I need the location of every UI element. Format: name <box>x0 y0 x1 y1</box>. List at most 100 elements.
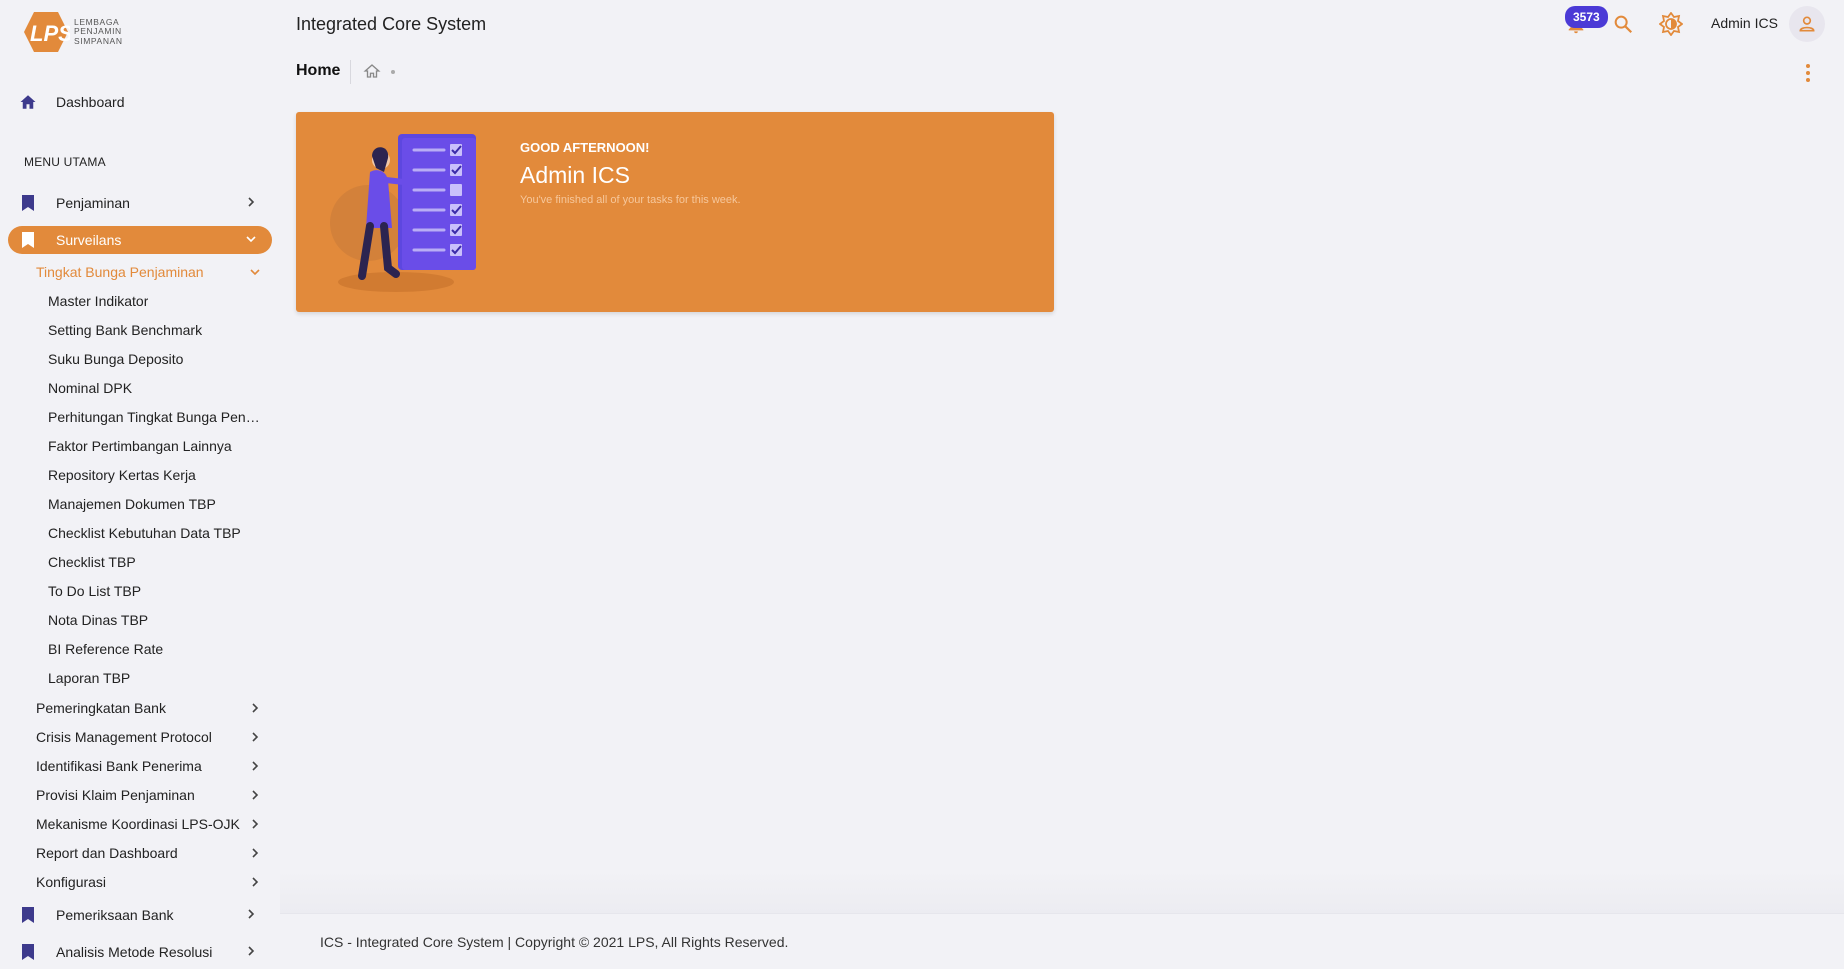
submenu-item[interactable]: Master Indikator <box>48 289 262 313</box>
bookmark-icon <box>18 230 38 250</box>
chevron-down-icon <box>246 236 256 243</box>
lps-logo[interactable]: LPS LEMBAGA PENJAMIN SIMPANAN <box>22 10 123 54</box>
submenu-group-label: Identifikasi Bank Penerima <box>36 758 202 774</box>
submenu-item[interactable]: Perhitungan Tingkat Bunga Penjaminan <box>48 405 262 429</box>
bookmark-icon <box>18 905 38 925</box>
user-name[interactable]: Admin ICS <box>1711 15 1778 31</box>
submenu-item-label: Repository Kertas Kerja <box>48 467 196 483</box>
submenu-group-report-dan-dashboard[interactable]: Report dan Dashboard <box>36 841 266 865</box>
welcome-card: GOOD AFTERNOON! Admin ICS You've finishe… <box>296 112 1054 312</box>
chevron-right-icon <box>252 761 259 771</box>
submenu-tingkat-bunga-penjaminan[interactable]: Tingkat Bunga Penjaminan <box>36 260 266 284</box>
lps-logo-icon: LPS <box>24 12 70 52</box>
sidebar-item-label: Surveilans <box>56 232 122 248</box>
submenu-item-label: BI Reference Rate <box>48 641 164 657</box>
chevron-right-icon <box>252 732 259 742</box>
submenu-item[interactable]: Repository Kertas Kerja <box>48 463 262 487</box>
section-title: MENU UTAMA <box>24 155 106 169</box>
submenu-item-label: Manajemen Dokumen TBP <box>48 496 216 512</box>
chevron-right-icon <box>248 197 255 207</box>
bookmark-icon <box>18 193 38 213</box>
footer-divider <box>280 913 1844 914</box>
submenu-item-label: Setting Bank Benchmark <box>48 322 203 338</box>
sidebar-item-pemeriksaan-bank[interactable]: Pemeriksaan Bank <box>8 901 272 929</box>
submenu-item[interactable]: Manajemen Dokumen TBP <box>48 492 262 516</box>
theme-toggle-button[interactable] <box>1658 11 1684 37</box>
submenu-group-label: Crisis Management Protocol <box>36 729 212 745</box>
welcome-subtitle: You've finished all of your tasks for th… <box>520 194 741 206</box>
chevron-right-icon <box>248 909 255 919</box>
submenu-item-label: Faktor Pertimbangan Lainnya <box>48 438 232 454</box>
avatar[interactable] <box>1789 6 1825 42</box>
submenu-item[interactable]: Faktor Pertimbangan Lainnya <box>48 434 262 458</box>
task-checklist-illustration <box>330 134 476 292</box>
more-options-button[interactable] <box>1798 60 1818 86</box>
sidebar-item-label: Pemeriksaan Bank <box>56 907 174 923</box>
breadcrumb-home-icon[interactable] <box>363 62 381 80</box>
submenu-group-label: Report dan Dashboard <box>36 845 178 861</box>
sidebar-item-analisis-metode-resolusi[interactable]: Analisis Metode Resolusi <box>8 938 272 966</box>
submenu-group-crisis-management-protocol[interactable]: Crisis Management Protocol <box>36 725 266 749</box>
chevron-right-icon <box>252 848 259 858</box>
submenu-group-konfigurasi[interactable]: Konfigurasi <box>36 870 266 894</box>
greeting-text: GOOD AFTERNOON! <box>520 140 650 155</box>
sidebar-item-penjaminan[interactable]: Penjaminan <box>8 189 272 217</box>
submenu-item-label: Nominal DPK <box>48 380 133 396</box>
search-icon <box>1614 15 1633 34</box>
submenu-item-label: Nota Dinas TBP <box>48 612 149 628</box>
sidebar-item-surveilans[interactable]: Surveilans <box>8 226 272 254</box>
notification-badge: 3573 <box>1565 6 1608 28</box>
submenu-item[interactable]: Suku Bunga Deposito <box>48 347 262 371</box>
submenu-label: Tingkat Bunga Penjaminan <box>36 264 204 280</box>
sidebar: LPS LEMBAGA PENJAMIN SIMPANAN Dashboard … <box>0 0 280 969</box>
submenu-group-label: Provisi Klaim Penjaminan <box>36 787 195 803</box>
chevron-down-icon <box>250 269 260 276</box>
submenu-group-pemeringkatan-bank[interactable]: Pemeringkatan Bank <box>36 696 266 720</box>
submenu-group-label: Konfigurasi <box>36 874 107 890</box>
brightness-icon <box>1659 12 1683 36</box>
chevron-right-icon <box>252 703 259 713</box>
submenu-item-label: Checklist TBP <box>48 554 136 570</box>
breadcrumb-divider <box>350 60 351 84</box>
submenu-item-label: Suku Bunga Deposito <box>48 351 184 367</box>
footer-copyright: ICS - Integrated Core System | Copyright… <box>320 934 789 950</box>
sidebar-item-label: Analisis Metode Resolusi <box>56 944 213 960</box>
sidebar-item-label: Dashboard <box>56 94 125 110</box>
search-button[interactable] <box>1610 11 1636 37</box>
logo-line: SIMPANAN <box>74 35 123 46</box>
page-title: Home <box>296 62 341 79</box>
chevron-right-icon <box>248 946 255 956</box>
submenu-item-label: To Do List TBP <box>48 583 142 599</box>
submenu-item-label: Checklist Kebutuhan Data TBP <box>48 525 241 541</box>
chevron-right-icon <box>252 819 259 829</box>
more-vertical-icon <box>1806 64 1810 82</box>
submenu-group-label: Mekanisme Koordinasi LPS-OJK <box>36 816 240 832</box>
submenu-item[interactable]: Nominal DPK <box>48 376 262 400</box>
person-icon <box>1799 16 1815 32</box>
submenu-item-label: Laporan TBP <box>48 670 131 686</box>
svg-text:LPS: LPS <box>30 21 70 46</box>
submenu-item-label: Master Indikator <box>48 293 149 309</box>
logo-text: LEMBAGA PENJAMIN SIMPANAN <box>74 17 123 47</box>
submenu-item[interactable]: Setting Bank Benchmark <box>48 318 262 342</box>
chevron-right-icon <box>252 877 259 887</box>
sidebar-item-dashboard[interactable]: Dashboard <box>8 88 272 116</box>
app-title: Integrated Core System <box>296 14 487 34</box>
submenu-item[interactable]: BI Reference Rate <box>48 637 262 661</box>
submenu-item[interactable]: Laporan TBP <box>48 666 262 690</box>
submenu-item-label: Perhitungan Tingkat Bunga Penjaminan <box>48 409 262 425</box>
footer-band <box>280 870 1844 914</box>
welcome-name: Admin ICS <box>520 162 630 188</box>
submenu-item[interactable]: Checklist TBP <box>48 550 262 574</box>
submenu-item[interactable]: Nota Dinas TBP <box>48 608 262 632</box>
submenu-item[interactable]: Checklist Kebutuhan Data TBP <box>48 521 262 545</box>
submenu-group-identifikasi-bank-penerima[interactable]: Identifikasi Bank Penerima <box>36 754 266 778</box>
bookmark-icon <box>18 942 38 962</box>
home-icon <box>18 92 38 112</box>
chevron-right-icon <box>252 790 259 800</box>
submenu-group-provisi-klaim-penjaminan[interactable]: Provisi Klaim Penjaminan <box>36 783 266 807</box>
sidebar-item-label: Penjaminan <box>56 195 130 211</box>
submenu-item[interactable]: To Do List TBP <box>48 579 262 603</box>
submenu-group-label: Pemeringkatan Bank <box>36 700 166 716</box>
submenu-group-mekanisme-koordinasi[interactable]: Mekanisme Koordinasi LPS-OJK <box>36 812 266 836</box>
